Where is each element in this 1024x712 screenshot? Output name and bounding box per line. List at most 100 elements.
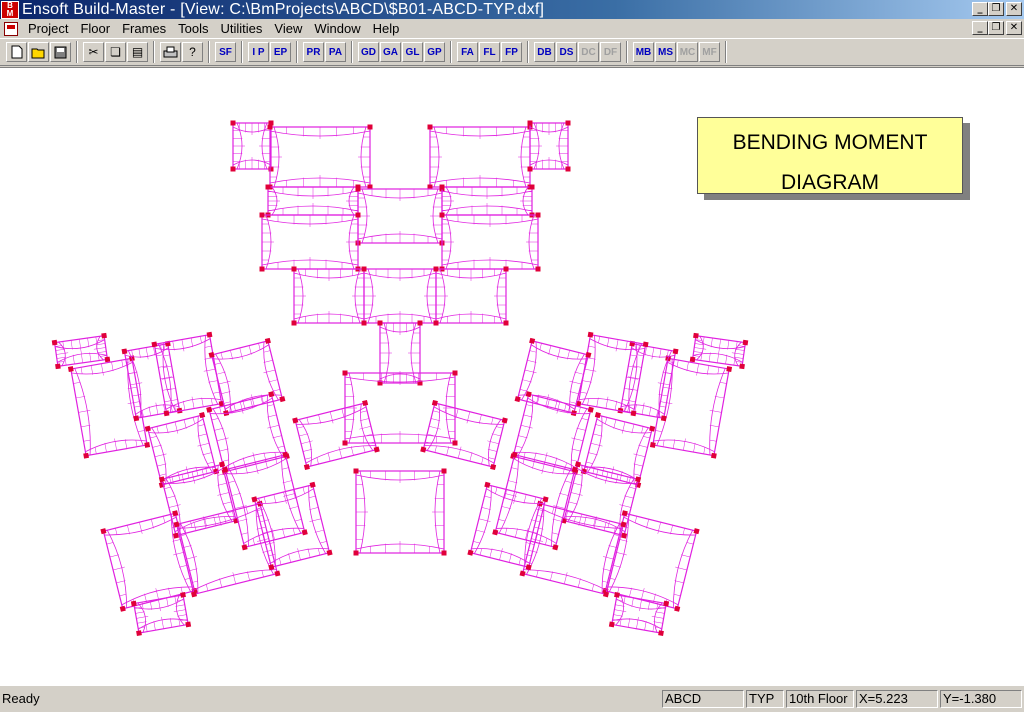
column-node [144, 442, 151, 448]
column-node [663, 600, 670, 607]
close-button[interactable]: ✕ [1006, 2, 1022, 16]
column-node [565, 166, 571, 172]
column-node [130, 600, 137, 607]
menu-view[interactable]: View [268, 21, 308, 36]
help-icon[interactable]: ? [182, 42, 203, 62]
column-node [264, 337, 271, 344]
title-bar[interactable]: B M Ensoft Build-Master - [View: C:\BmPr… [0, 0, 1024, 19]
frame-bay [353, 468, 447, 556]
mc-button[interactable]: MC [677, 42, 698, 62]
frame-bay [439, 212, 541, 272]
minimize-button[interactable]: _ [972, 2, 988, 16]
doc-close-button[interactable]: ✕ [1006, 21, 1022, 35]
gp-button[interactable]: GP [424, 42, 445, 62]
paste-icon[interactable]: ▤ [127, 42, 148, 62]
column-node [452, 440, 458, 446]
frame-bay [251, 481, 333, 571]
column-node [251, 496, 258, 503]
menu-help[interactable]: Help [367, 21, 406, 36]
frame-bay [361, 266, 439, 326]
db-button[interactable]: DB [534, 42, 555, 62]
column-node [710, 452, 717, 459]
column-node [230, 166, 236, 172]
column-node [649, 442, 656, 448]
column-node [552, 544, 559, 551]
column-node [503, 266, 509, 272]
column-node [660, 415, 667, 422]
toolbar: ✂ ❏ ▤ ? SF I P EP PR PA GD GA GL GP FA F… [0, 38, 1024, 66]
column-node [353, 468, 359, 474]
column-node [100, 528, 107, 535]
dc-button[interactable]: DC [578, 42, 599, 62]
toolbar-separator [76, 41, 78, 63]
menu-project[interactable]: Project [22, 21, 74, 36]
column-node [649, 425, 656, 432]
ds-button[interactable]: DS [556, 42, 577, 62]
gd-button[interactable]: GD [358, 42, 379, 62]
column-node [104, 356, 111, 363]
column-node [279, 396, 286, 403]
menu-tools[interactable]: Tools [172, 21, 214, 36]
ep-button[interactable]: EP [270, 42, 291, 62]
toolbar-separator [241, 41, 243, 63]
restore-button[interactable]: ❐ [988, 2, 1004, 16]
column-node [259, 212, 265, 218]
copy-icon[interactable]: ❏ [105, 42, 126, 62]
ip-button[interactable]: I P [248, 42, 269, 62]
drawing-canvas[interactable]: BENDING MOMENT DIAGRAM [0, 67, 1024, 686]
column-node [353, 550, 359, 556]
doc-restore-button[interactable]: ❐ [988, 21, 1004, 35]
toolbar-separator [351, 41, 353, 63]
pr-button[interactable]: PR [303, 42, 324, 62]
print-icon[interactable] [160, 42, 181, 62]
open-icon[interactable] [28, 42, 49, 62]
column-node [527, 120, 533, 126]
document-window-controls: _ ❐ ✕ [972, 21, 1022, 35]
fa-button[interactable]: FA [457, 42, 478, 62]
column-node [291, 320, 297, 326]
logo-letter-m: M [6, 8, 14, 18]
status-y-coordinate: Y=-1.380 [940, 690, 1022, 708]
menu-utilities[interactable]: Utilities [215, 21, 269, 36]
ga-button[interactable]: GA [380, 42, 401, 62]
gl-button[interactable]: GL [402, 42, 423, 62]
status-bar: Ready ABCD TYP 10th Floor X=5.223 Y=-1.3… [0, 688, 1024, 712]
cut-icon[interactable]: ✂ [83, 42, 104, 62]
save-icon[interactable] [50, 42, 71, 62]
fl-button[interactable]: FL [479, 42, 500, 62]
column-node [529, 337, 536, 344]
column-node [241, 544, 248, 551]
column-node [342, 370, 348, 376]
menu-window[interactable]: Window [308, 21, 366, 36]
column-node [525, 391, 532, 398]
pa-button[interactable]: PA [325, 42, 346, 62]
status-floor-type: TYP [746, 690, 784, 708]
application-window: B M Ensoft Build-Master - [View: C:\BmPr… [0, 0, 1024, 712]
diagram-title-line-1: BENDING MOMENT [732, 131, 928, 154]
status-message: Ready [2, 691, 40, 706]
mf-button[interactable]: MF [699, 42, 720, 62]
column-node [535, 212, 541, 218]
frame-bay [292, 399, 380, 471]
mb-button[interactable]: MB [633, 42, 654, 62]
column-node [672, 348, 679, 355]
menu-frames[interactable]: Frames [116, 21, 172, 36]
new-icon[interactable] [6, 42, 27, 62]
ms-button[interactable]: MS [655, 42, 676, 62]
column-node [621, 532, 628, 539]
sf-button[interactable]: SF [215, 42, 236, 62]
toolbar-separator [626, 41, 628, 63]
column-node [587, 331, 594, 338]
df-button[interactable]: DF [600, 42, 621, 62]
column-node [439, 212, 445, 218]
document-icon[interactable] [4, 21, 18, 36]
column-node [452, 370, 458, 376]
column-node [529, 184, 535, 190]
frame-bay [121, 340, 183, 422]
menu-floor[interactable]: Floor [74, 21, 116, 36]
fp-button[interactable]: FP [501, 42, 522, 62]
column-node [144, 425, 151, 432]
doc-minimize-button[interactable]: _ [972, 21, 988, 35]
frame-bay [230, 120, 274, 172]
column-node [689, 356, 696, 363]
